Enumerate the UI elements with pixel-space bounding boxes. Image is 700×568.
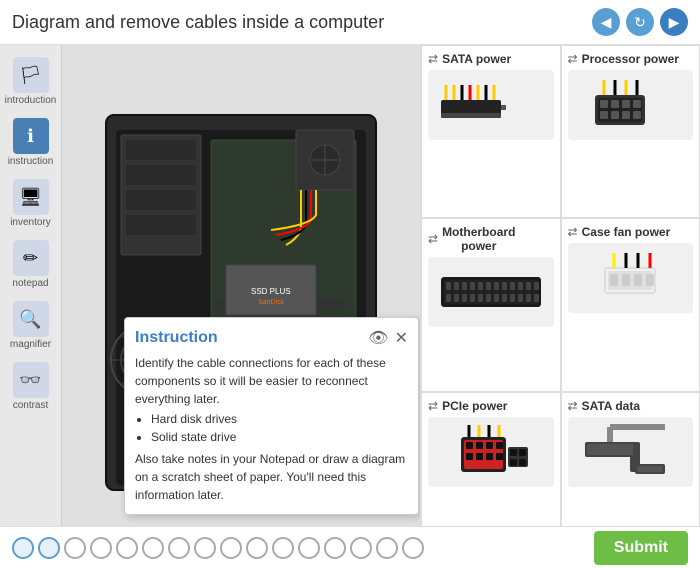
popup-bullet-1: Hard disk drives (151, 410, 408, 428)
header: Diagram and remove cables inside a compu… (0, 0, 700, 45)
popup-bullets: Hard disk drives Solid state drive (151, 410, 408, 446)
popup-controls: 👁 ✕ (368, 328, 408, 348)
cable-case-fan-power-image (568, 243, 694, 313)
cable-card-pcie-power-header: ⇄ PCIe power (428, 399, 554, 413)
progress-dot-2 (38, 537, 60, 559)
instruction-popup: Instruction 👁 ✕ Identify the cable conne… (124, 317, 419, 515)
sidebar-label-notepad: notepad (12, 278, 48, 289)
progress-dot-12 (298, 537, 320, 559)
sidebar-label-inventory: inventory (10, 217, 51, 228)
cable-card-motherboard-power-header: ⇄ Motherboardpower (428, 225, 554, 253)
progress-dot-5 (116, 537, 138, 559)
cable-card-processor-power[interactable]: ⇄ Processor power (561, 45, 700, 218)
cable-sata-power-image (428, 70, 554, 140)
progress-dot-6 (142, 537, 164, 559)
progress-dot-3 (64, 537, 86, 559)
popup-title: Instruction (135, 329, 218, 347)
submit-button[interactable]: Submit (594, 531, 688, 565)
progress-dot-4 (90, 537, 112, 559)
prev-button[interactable]: ◀ (592, 8, 620, 36)
sidebar-item-inventory[interactable]: 🖥 inventory (3, 175, 59, 232)
cable-card-sata-data-label: SATA data (582, 399, 640, 413)
progress-dot-8 (194, 537, 216, 559)
sidebar: 🏳 introduction ℹ instruction 🖥 inventory… (0, 45, 62, 565)
popup-bullet-2: Solid state drive (151, 428, 408, 446)
center-area: SSD PLUS SanDisk (62, 45, 420, 565)
sidebar-label-magnifier: magnifier (10, 339, 51, 350)
sidebar-item-introduction[interactable]: 🏳 introduction (3, 53, 59, 110)
popup-header: Instruction 👁 ✕ (135, 328, 408, 348)
progress-dot-9 (220, 537, 242, 559)
sidebar-label-contrast: contrast (13, 400, 49, 411)
cable-card-sata-power[interactable]: ⇄ SATA power (421, 45, 561, 218)
pencil-icon: ✏ (13, 240, 49, 276)
cable-connect-icon: ⇄ (428, 52, 438, 66)
progress-dot-16 (402, 537, 424, 559)
popup-close-button[interactable]: ✕ (395, 328, 408, 348)
popup-content: Identify the cable connections for each … (135, 354, 408, 504)
page-title: Diagram and remove cables inside a compu… (12, 12, 384, 33)
cable-connect-icon-3: ⇄ (428, 232, 438, 246)
popup-intro: Identify the cable connections for each … (135, 354, 408, 408)
flag-icon: 🏳 (13, 57, 49, 93)
magnifier-icon: 🔍 (13, 301, 49, 337)
cable-sata-data-image (568, 417, 694, 487)
cable-pcie-power-image (428, 417, 554, 487)
cable-card-case-fan-power-label: Case fan power (582, 225, 671, 239)
sidebar-item-instruction[interactable]: ℹ instruction (3, 114, 59, 171)
svg-text:SSD PLUS: SSD PLUS (251, 287, 291, 296)
sidebar-label-instruction: instruction (8, 156, 54, 167)
cable-connect-icon-6: ⇄ (568, 399, 578, 413)
navigation: ◀ ↻ ▶ (592, 8, 688, 36)
cable-connect-icon-5: ⇄ (428, 399, 438, 413)
cable-connect-icon-2: ⇄ (568, 52, 578, 66)
progress-dot-11 (272, 537, 294, 559)
refresh-button[interactable]: ↻ (626, 8, 654, 36)
bottom-bar: Submit (0, 526, 700, 568)
cable-card-motherboard-power-label: Motherboardpower (442, 225, 515, 253)
info-icon: ℹ (13, 118, 49, 154)
glasses-icon: 👓 (13, 362, 49, 398)
sidebar-label-introduction: introduction (5, 95, 57, 106)
cable-card-case-fan-power[interactable]: ⇄ Case fan power (561, 218, 700, 391)
monitor-icon: 🖥 (13, 179, 49, 215)
cable-card-pcie-power-label: PCIe power (442, 399, 507, 413)
progress-dot-10 (246, 537, 268, 559)
progress-dot-7 (168, 537, 190, 559)
sidebar-item-magnifier[interactable]: 🔍 magnifier (3, 297, 59, 354)
cable-card-case-fan-power-header: ⇄ Case fan power (568, 225, 694, 239)
cable-card-sata-data-header: ⇄ SATA data (568, 399, 694, 413)
cable-processor-power-image (568, 70, 694, 140)
cable-card-sata-power-header: ⇄ SATA power (428, 52, 554, 66)
popup-view-button[interactable]: 👁 (368, 328, 388, 348)
sidebar-item-notepad[interactable]: ✏ notepad (3, 236, 59, 293)
progress-dots (12, 537, 586, 559)
sidebar-item-contrast[interactable]: 👓 contrast (3, 358, 59, 415)
progress-dot-15 (376, 537, 398, 559)
right-panel: ⇄ SATA power (420, 45, 700, 565)
popup-extra: Also take notes in your Notepad or draw … (135, 450, 408, 504)
progress-dot-13 (324, 537, 346, 559)
svg-text:SanDisk: SanDisk (258, 299, 285, 306)
cable-card-processor-power-header: ⇄ Processor power (568, 52, 694, 66)
cable-connect-icon-4: ⇄ (568, 225, 578, 239)
cable-card-sata-power-label: SATA power (442, 52, 511, 66)
main-layout: 🏳 introduction ℹ instruction 🖥 inventory… (0, 45, 700, 565)
progress-dot-14 (350, 537, 372, 559)
progress-dot-1 (12, 537, 34, 559)
cable-card-motherboard-power[interactable]: ⇄ Motherboardpower (421, 218, 561, 391)
cable-motherboard-power-image (428, 257, 554, 327)
next-button[interactable]: ▶ (660, 8, 688, 36)
cable-card-processor-power-label: Processor power (582, 52, 679, 66)
